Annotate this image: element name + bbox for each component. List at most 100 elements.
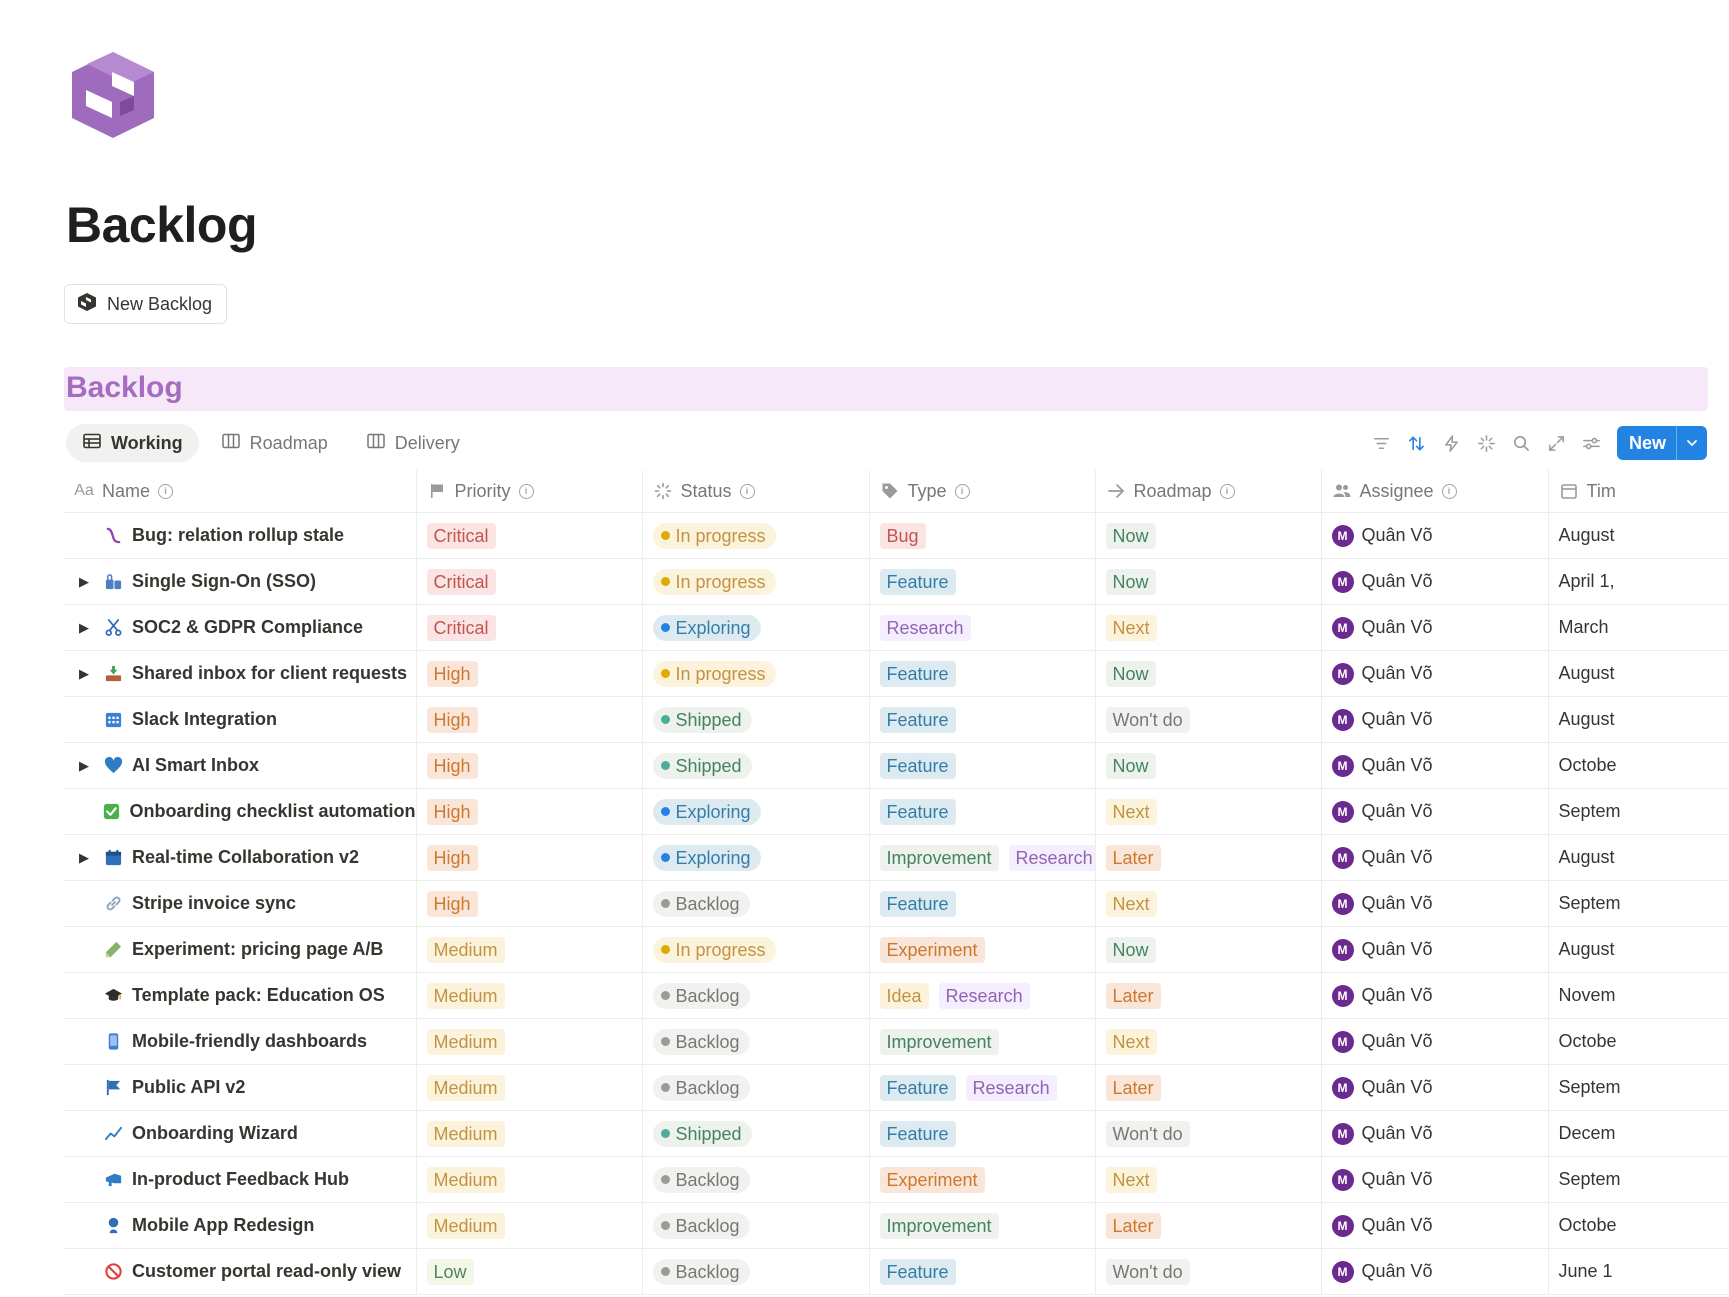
settings-icon[interactable] (1574, 426, 1609, 460)
timeline-cell[interactable]: Decem (1547, 1110, 1729, 1157)
priority-cell[interactable]: High (415, 696, 642, 743)
assignee-cell[interactable]: M Quân Võ (1320, 742, 1548, 789)
table-row[interactable]: ▶Experiment: pricing page A/B Medium In pr… (64, 926, 1729, 973)
table-row[interactable]: ▶Public API v2 Medium Backlog Feature Resear… (64, 1064, 1729, 1111)
assignee-cell[interactable]: M Quân Võ (1320, 696, 1548, 743)
status-cell[interactable]: Exploring (641, 788, 869, 835)
phone-icon[interactable] (100, 1030, 126, 1054)
row-title[interactable]: Stripe invoice sync (132, 893, 296, 914)
type-cell[interactable]: Experiment (868, 1156, 1095, 1203)
type-cell[interactable]: Experiment (868, 926, 1095, 973)
name-cell-container[interactable]: ▶Slack Integration (64, 696, 416, 743)
name-cell-container[interactable]: ▶Mobile-friendly dashboards (64, 1018, 416, 1065)
name-cell[interactable]: ▶Slack Integration (64, 708, 416, 732)
type-cell[interactable]: Feature Research (868, 1064, 1095, 1111)
name-cell[interactable]: ▶ Single Sign-On (SSO) (64, 570, 416, 594)
row-title[interactable]: Bug: relation rollup stale (132, 525, 344, 546)
timeline-cell[interactable]: August (1547, 650, 1729, 697)
table-row[interactable]: ▶Onboarding Wizard Medium Shipped Feature Wo… (64, 1110, 1729, 1157)
roadmap-cell[interactable]: Next (1094, 788, 1321, 835)
type-cell[interactable]: Feature (868, 1110, 1095, 1157)
table-row[interactable]: ▶ SOC2 & GDPR Compliance Critical Exploring… (64, 604, 1729, 651)
link-icon[interactable] (100, 892, 126, 916)
status-cell[interactable]: In progress (641, 926, 869, 973)
row-title[interactable]: Template pack: Education OS (132, 985, 385, 1006)
name-cell-container[interactable]: ▶Stripe invoice sync (64, 880, 416, 927)
type-cell[interactable]: Improvement (868, 1202, 1095, 1249)
name-cell-container[interactable]: ▶Bug: relation rollup stale (64, 512, 416, 559)
table-row[interactable]: ▶Stripe invoice sync High Backlog Feature Ne… (64, 880, 1729, 927)
name-cell[interactable]: ▶Mobile-friendly dashboards (64, 1030, 416, 1054)
type-cell[interactable]: Improvement (868, 1018, 1095, 1065)
assignee-cell[interactable]: M Quân Võ (1320, 1110, 1548, 1157)
status-cell[interactable]: Shipped (641, 696, 869, 743)
priority-cell[interactable]: Critical (415, 512, 642, 559)
row-title[interactable]: Customer portal read-only view (132, 1261, 401, 1282)
timeline-cell[interactable]: Novem (1547, 972, 1729, 1019)
database-title[interactable]: Backlog (66, 371, 183, 405)
timeline-cell[interactable]: Septem (1547, 788, 1729, 835)
name-cell[interactable]: ▶Template pack: Education OS (64, 984, 416, 1008)
name-cell-container[interactable]: ▶Onboarding checklist automation (64, 788, 416, 835)
column-header-timeline[interactable]: Tim (1547, 470, 1729, 513)
timeline-cell[interactable]: August (1547, 696, 1729, 743)
table-row[interactable]: ▶ Real-time Collaboration v2 High Exploring… (64, 834, 1729, 881)
priority-cell[interactable]: Critical (415, 604, 642, 651)
name-cell[interactable]: ▶Customer portal read-only view (64, 1260, 416, 1284)
status-cell[interactable]: Backlog (641, 880, 869, 927)
info-icon[interactable]: i (1441, 483, 1457, 499)
roadmap-cell[interactable]: Now (1094, 512, 1321, 559)
priority-cell[interactable]: Medium (415, 972, 642, 1019)
table-row[interactable]: ▶Bug: relation rollup stale Critical In pr… (64, 512, 1729, 559)
name-cell[interactable]: ▶Experiment: pricing page A/B (64, 938, 416, 962)
roadmap-cell[interactable]: Now (1094, 650, 1321, 697)
status-cell[interactable]: Backlog (641, 972, 869, 1019)
type-cell[interactable]: Feature (868, 696, 1095, 743)
toggle-triangle-icon[interactable]: ▶ (72, 754, 96, 778)
roadmap-cell[interactable]: Won't do (1094, 1248, 1321, 1295)
row-title[interactable]: Public API v2 (132, 1077, 245, 1098)
row-title[interactable]: SOC2 & GDPR Compliance (132, 617, 363, 638)
name-cell-container[interactable]: ▶In-product Feedback Hub (64, 1156, 416, 1203)
new-record-button[interactable]: New (1616, 426, 1707, 460)
timeline-cell[interactable]: August (1547, 512, 1729, 559)
status-cell[interactable]: Shipped (641, 742, 869, 789)
info-icon[interactable]: i (739, 483, 755, 499)
page-cube-icon[interactable] (72, 52, 154, 138)
type-cell[interactable]: Feature (868, 558, 1095, 605)
pencil-icon[interactable] (100, 938, 126, 962)
lock-key-icon[interactable] (100, 570, 126, 594)
name-cell-container[interactable]: ▶Onboarding Wizard (64, 1110, 416, 1157)
row-title[interactable]: Mobile-friendly dashboards (132, 1031, 367, 1052)
priority-cell[interactable]: Medium (415, 1156, 642, 1203)
assignee-cell[interactable]: M Quân Võ (1320, 1064, 1548, 1111)
name-cell[interactable]: ▶ Shared inbox for client requests (64, 662, 416, 686)
calendar-icon[interactable] (100, 846, 126, 870)
name-cell[interactable]: ▶Mobile App Redesign (64, 1214, 416, 1238)
toggle-triangle-icon[interactable]: ▶ (72, 570, 96, 594)
roadmap-cell[interactable]: Now (1094, 742, 1321, 789)
priority-cell[interactable]: High (415, 742, 642, 789)
roadmap-cell[interactable]: Later (1094, 1202, 1321, 1249)
priority-cell[interactable]: Medium (415, 1018, 642, 1065)
priority-cell[interactable]: Medium (415, 1064, 642, 1111)
type-cell[interactable]: Feature (868, 1248, 1095, 1295)
column-header-priority[interactable]: Priority i (415, 470, 642, 513)
name-cell[interactable]: ▶ AI Smart Inbox (64, 754, 416, 778)
priority-cell[interactable]: Medium (415, 926, 642, 973)
type-cell[interactable]: Bug (868, 512, 1095, 559)
assignee-cell[interactable]: M Quân Võ (1320, 880, 1548, 927)
graduation-cap-icon[interactable] (100, 984, 126, 1008)
table-row[interactable]: ▶Mobile-friendly dashboards Medium Backlog… (64, 1018, 1729, 1065)
type-cell[interactable]: Feature (868, 742, 1095, 789)
timeline-cell[interactable]: August (1547, 926, 1729, 973)
tab-working[interactable]: Working (66, 424, 199, 462)
type-cell[interactable]: Feature (868, 650, 1095, 697)
megaphone-icon[interactable] (100, 1168, 126, 1192)
name-cell[interactable]: ▶In-product Feedback Hub (64, 1168, 416, 1192)
name-cell[interactable]: ▶Stripe invoice sync (64, 892, 416, 916)
name-cell-container[interactable]: ▶ Shared inbox for client requests (64, 650, 416, 697)
roadmap-cell[interactable]: Next (1094, 1156, 1321, 1203)
chevron-down-icon[interactable] (1676, 426, 1707, 460)
row-title[interactable]: Onboarding checklist automation (129, 801, 415, 822)
